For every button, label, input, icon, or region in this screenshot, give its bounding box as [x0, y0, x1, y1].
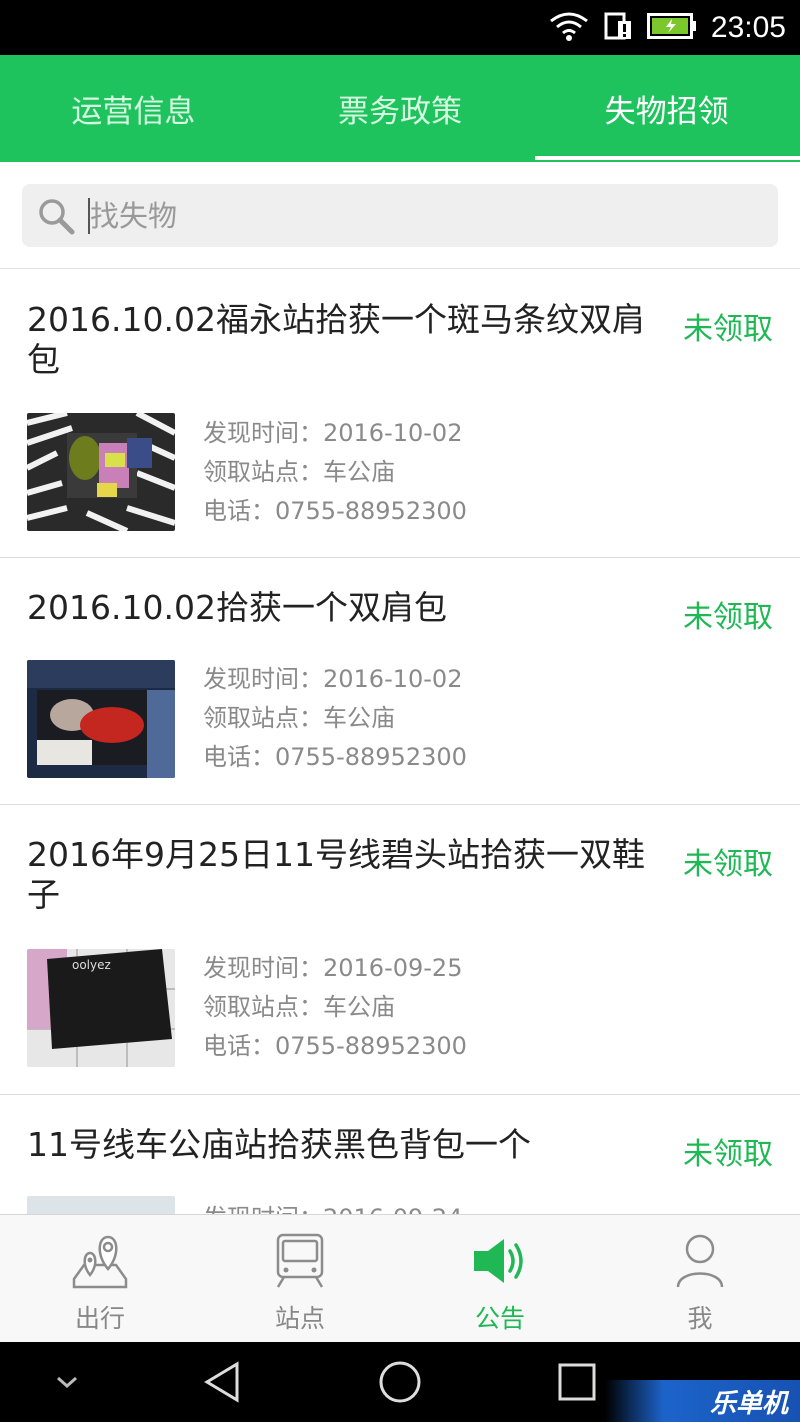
list-item[interactable]: 2016.10.02福永站拾获一个斑马条纹双肩包 未领取 发现时间：2016-1… [0, 270, 800, 558]
back-triangle-icon [204, 1361, 239, 1403]
home-button[interactable] [368, 1342, 432, 1422]
tab-label: 票务政策 [338, 94, 462, 130]
home-circle-icon [379, 1361, 421, 1403]
found-time: 发现时间：2016-10-02 [203, 665, 463, 693]
recents-button[interactable] [545, 1342, 609, 1422]
item-photo [27, 660, 175, 778]
tab-operations-info[interactable]: 运营信息 [0, 55, 267, 162]
tab-lost-and-found[interactable]: 失物招领 [533, 55, 800, 162]
back-button[interactable] [190, 1342, 254, 1422]
system-nav-bar: 乐单机 [0, 1342, 800, 1422]
svg-text:oolyez: oolyez [72, 958, 111, 972]
top-tabs: 运营信息 票务政策 失物招领 [0, 55, 800, 162]
list-item[interactable]: 2016年9月25日11号线碧头站拾获一双鞋子 未领取 oolyez 发现时间：… [0, 805, 800, 1095]
item-title: 11号线车公庙站拾获黑色背包一个 [27, 1125, 531, 1164]
phone-number: 电话：0755-88952300 [203, 743, 467, 771]
item-photo [27, 1196, 175, 1214]
pickup-station: 领取站点：车公庙 [203, 993, 395, 1021]
nav-label: 站点 [274, 1304, 325, 1333]
status-bar: 23:05 [0, 0, 800, 55]
found-time: 发现时间：2016-09-25 [203, 954, 463, 982]
item-details: 发现时间：2016-09-24 [203, 1199, 462, 1214]
speaker-icon [474, 1239, 523, 1283]
search-icon [39, 198, 75, 234]
item-title: 2016.10.02福永站拾获一个斑马条纹双肩包 [27, 300, 645, 379]
nav-travel[interactable]: 出行 [0, 1215, 200, 1342]
nav-me[interactable]: 我 [600, 1215, 800, 1342]
nav-label: 我 [687, 1304, 713, 1333]
found-time: 发现时间：2016-09-24 [203, 1199, 462, 1214]
status-badge: 未领取 [683, 600, 773, 635]
list-item[interactable]: 11号线车公庙站拾获黑色背包一个 未领取 发现时间：2016-09-24 [0, 1095, 800, 1214]
search-input[interactable] [90, 198, 690, 233]
status-badge: 未领取 [683, 312, 773, 347]
search-bar [0, 162, 800, 269]
chevron-down-icon [57, 1376, 77, 1389]
user-icon [676, 1234, 724, 1288]
item-photo: oolyez [27, 949, 175, 1067]
tab-label: 失物招领 [604, 94, 729, 130]
sim-alert-icon [603, 11, 633, 45]
status-badge: 未领取 [683, 847, 773, 882]
bottom-nav: 出行 站点 公告 我 [0, 1214, 800, 1342]
hide-nav-button[interactable] [40, 1342, 94, 1422]
nav-label: 公告 [474, 1304, 525, 1333]
nav-announcements[interactable]: 公告 [400, 1215, 600, 1342]
train-icon [276, 1233, 324, 1288]
phone-number: 电话：0755-88952300 [203, 497, 467, 525]
nav-stations[interactable]: 站点 [200, 1215, 400, 1342]
item-details: 发现时间：2016-09-25 领取站点：车公庙 电话：0755-8895230… [203, 949, 467, 1066]
status-badge: 未领取 [683, 1137, 773, 1172]
recents-square-icon [558, 1363, 596, 1401]
found-time: 发现时间：2016-10-02 [203, 419, 463, 447]
search-box[interactable] [22, 184, 778, 247]
item-details: 发现时间：2016-10-02 领取站点：车公庙 电话：0755-8895230… [203, 414, 467, 531]
item-photo [27, 413, 175, 531]
phone-number: 电话：0755-88952300 [203, 1032, 467, 1060]
map-pin-icon [72, 1235, 128, 1289]
item-title: 2016.10.02拾获一个双肩包 [27, 588, 447, 627]
clock: 23:05 [710, 10, 786, 44]
battery-icon [646, 12, 697, 43]
tab-ticket-policy[interactable]: 票务政策 [267, 55, 534, 162]
tab-label: 运营信息 [71, 94, 196, 130]
nav-label: 出行 [74, 1304, 125, 1333]
lost-items-list: 2016.10.02福永站拾获一个斑马条纹双肩包 未领取 发现时间：2016-1… [0, 270, 800, 1214]
wifi-icon [549, 11, 589, 45]
item-details: 发现时间：2016-10-02 领取站点：车公庙 电话：0755-8895230… [203, 660, 467, 777]
watermark-logo: 乐单机 [605, 1380, 800, 1422]
pickup-station: 领取站点：车公庙 [203, 704, 395, 732]
list-item[interactable]: 2016.10.02拾获一个双肩包 未领取 发现时间：2016-10-02 领取… [0, 558, 800, 805]
item-title: 2016年9月25日11号线碧头站拾获一双鞋子 [27, 835, 645, 914]
pickup-station: 领取站点：车公庙 [203, 458, 395, 486]
